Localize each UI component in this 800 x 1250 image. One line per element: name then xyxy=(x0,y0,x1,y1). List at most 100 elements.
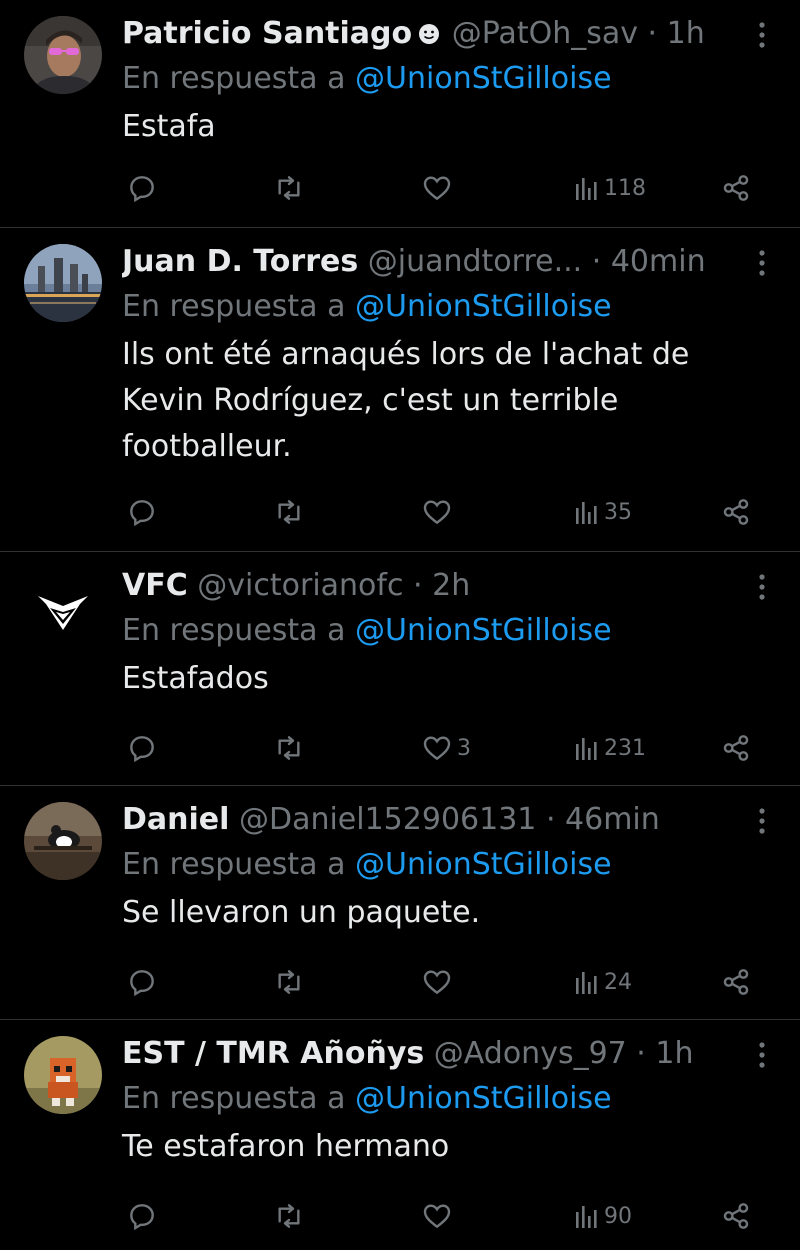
timestamp[interactable]: 1h xyxy=(667,16,705,51)
author-name[interactable]: Juan D. Torres xyxy=(122,244,358,279)
view-count: 24 xyxy=(604,969,632,995)
reply-button[interactable] xyxy=(126,492,162,532)
share-button[interactable] xyxy=(720,962,752,1002)
views-icon xyxy=(576,972,597,994)
retweet-icon xyxy=(278,176,300,200)
views-button[interactable]: 24 xyxy=(574,962,632,1002)
separator-dot: · xyxy=(647,16,658,51)
reply-prefix: En respuesta a xyxy=(122,289,346,324)
reply-icon xyxy=(130,1204,154,1231)
share-icon xyxy=(723,969,749,995)
reply-button[interactable] xyxy=(126,728,162,768)
tweet-actions: 35 xyxy=(0,492,800,532)
share-button[interactable] xyxy=(720,1196,752,1236)
timestamp[interactable]: 2h xyxy=(432,568,470,603)
avatar[interactable] xyxy=(24,802,102,880)
reply-button[interactable] xyxy=(126,168,162,208)
reply-mention[interactable]: @UnionStGilloise xyxy=(355,61,612,96)
reply-icon xyxy=(130,970,154,997)
share-button[interactable] xyxy=(720,492,752,532)
tweet-text: Se llevaron un paquete. xyxy=(122,895,481,930)
author-handle[interactable]: @victorianofc xyxy=(197,568,403,603)
share-icon xyxy=(723,499,749,525)
reply-context: En respuesta a @UnionStGilloise xyxy=(122,56,612,102)
reply-mention[interactable]: @UnionStGilloise xyxy=(355,1081,612,1116)
more-icon[interactable] xyxy=(750,570,774,604)
tweet-header: Juan D. Torres @juandtorre... · 40min xyxy=(122,240,740,284)
author-name[interactable]: Daniel xyxy=(122,802,229,837)
retweet-button[interactable] xyxy=(273,492,309,532)
author-name[interactable]: EST / TMR Añoñys xyxy=(122,1036,424,1071)
more-icon[interactable] xyxy=(750,246,774,280)
view-count: 90 xyxy=(604,1203,632,1229)
separator-dot: · xyxy=(545,802,556,837)
retweet-button[interactable] xyxy=(273,962,309,1002)
timestamp[interactable]: 46min xyxy=(565,802,660,837)
views-button[interactable]: 231 xyxy=(574,728,646,768)
retweet-icon xyxy=(278,1204,300,1228)
like-button[interactable] xyxy=(421,1196,457,1236)
heart-icon xyxy=(423,500,451,525)
separator-dot: · xyxy=(413,568,423,603)
tweet-text: Ils ont été arnaqués lors de l'achat de … xyxy=(122,337,690,464)
reply-icon xyxy=(130,500,154,527)
share-button[interactable] xyxy=(720,728,752,768)
tweet-actions: 90 xyxy=(0,1196,800,1236)
heart-icon xyxy=(423,176,451,201)
tweet[interactable]: EST / TMR Añoñys @Adonys_97 · 1h En resp… xyxy=(0,1020,800,1250)
author-name[interactable]: Patricio Santiago xyxy=(122,16,412,51)
retweet-button[interactable] xyxy=(273,168,309,208)
reply-icon xyxy=(130,176,154,203)
avatar[interactable] xyxy=(24,568,102,646)
timestamp[interactable]: 40min xyxy=(611,244,706,279)
like-button[interactable] xyxy=(421,962,457,1002)
reply-prefix: En respuesta a xyxy=(122,847,346,882)
author-handle[interactable]: @Daniel152906131 xyxy=(239,802,536,837)
author-name[interactable]: VFC xyxy=(122,568,188,603)
views-button[interactable]: 118 xyxy=(574,168,646,208)
reply-icon xyxy=(130,736,154,763)
author-handle[interactable]: @juandtorre... xyxy=(368,244,582,279)
views-button[interactable]: 90 xyxy=(574,1196,632,1236)
tweet[interactable]: Patricio Santiago @PatOh_sav · 1h En res… xyxy=(0,0,800,228)
views-icon xyxy=(576,738,597,760)
reply-button[interactable] xyxy=(126,962,162,1002)
timestamp[interactable]: 1h xyxy=(655,1036,693,1071)
retweet-button[interactable] xyxy=(273,1196,309,1236)
more-icon[interactable] xyxy=(750,1038,774,1072)
reply-context: En respuesta a @UnionStGilloise xyxy=(122,1076,612,1122)
author-handle[interactable]: @PatOh_sav xyxy=(452,16,638,51)
like-button[interactable] xyxy=(421,492,457,532)
avatar[interactable] xyxy=(24,16,102,94)
retweet-button[interactable] xyxy=(273,728,309,768)
tweet-header: Patricio Santiago @PatOh_sav · 1h xyxy=(122,12,740,56)
view-count: 231 xyxy=(604,735,646,761)
reply-mention[interactable]: @UnionStGilloise xyxy=(355,289,612,324)
retweet-icon xyxy=(278,500,300,524)
share-icon xyxy=(723,735,749,761)
more-icon[interactable] xyxy=(750,804,774,838)
reply-mention[interactable]: @UnionStGilloise xyxy=(355,613,612,648)
share-icon xyxy=(723,175,749,201)
tweet[interactable]: Juan D. Torres @juandtorre... · 40min En… xyxy=(0,228,800,552)
tweet-header: Daniel @Daniel152906131 · 46min xyxy=(122,798,740,842)
views-icon xyxy=(576,502,597,524)
view-count: 118 xyxy=(604,175,646,201)
more-icon[interactable] xyxy=(750,18,774,52)
avatar[interactable] xyxy=(24,244,102,322)
heart-icon xyxy=(423,1204,451,1229)
views-button[interactable]: 35 xyxy=(574,492,632,532)
like-button[interactable]: 3 xyxy=(421,728,471,768)
share-button[interactable] xyxy=(720,168,752,208)
tweet-text: Te estafaron hermano xyxy=(122,1129,450,1164)
tweet[interactable]: Daniel @Daniel152906131 · 46min En respu… xyxy=(0,786,800,1020)
reply-button[interactable] xyxy=(126,1196,162,1236)
avatar[interactable] xyxy=(24,1036,102,1114)
tweet-actions: 3 231 xyxy=(0,728,800,768)
tweet[interactable]: VFC @victorianofc · 2h En respuesta a @U… xyxy=(0,552,800,786)
like-button[interactable] xyxy=(421,168,457,208)
emoji-face-icon xyxy=(419,24,440,44)
author-handle[interactable]: @Adonys_97 xyxy=(434,1036,627,1071)
reply-mention[interactable]: @UnionStGilloise xyxy=(355,847,612,882)
separator-dot: · xyxy=(591,244,602,279)
